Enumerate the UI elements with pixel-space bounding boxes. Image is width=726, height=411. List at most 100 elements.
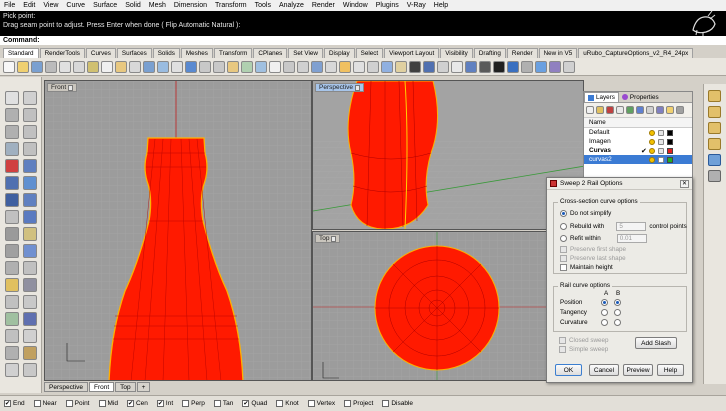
layer-row[interactable]: Imagen — [584, 137, 692, 146]
visibility-bulb-icon[interactable] — [649, 156, 655, 163]
left-tool-icon[interactable] — [23, 210, 37, 224]
layer-tool-icon[interactable] — [656, 106, 664, 114]
layer-tool-icon[interactable] — [596, 106, 604, 114]
toolbar-tool-icon[interactable] — [493, 60, 505, 73]
tab-set-view[interactable]: Set View — [288, 48, 323, 58]
tab-new-in-v5[interactable]: New in V5 — [538, 48, 578, 58]
menu-v-ray[interactable]: V-Ray — [407, 2, 426, 9]
left-tool-icon[interactable] — [5, 346, 19, 360]
lock-icon[interactable] — [658, 156, 664, 163]
viewport-front[interactable]: Front — [44, 80, 312, 381]
toolbar-tool-icon[interactable] — [31, 60, 43, 73]
add-slash-button[interactable]: Add Slash — [635, 337, 677, 349]
osnap-knot[interactable]: Knot — [276, 400, 299, 407]
left-tool-icon[interactable] — [5, 295, 19, 309]
osnap-checkbox[interactable] — [344, 400, 352, 407]
tab-visibility[interactable]: Visibility — [440, 48, 473, 58]
add-viewport-tab-button[interactable]: + — [136, 382, 151, 392]
left-tool-icon[interactable] — [5, 176, 19, 190]
left-tool-icon[interactable] — [5, 363, 19, 377]
toolbar-tool-icon[interactable] — [521, 60, 533, 73]
layer-row[interactable]: curvas2 — [584, 155, 692, 164]
radio-do-not-simplify[interactable] — [560, 210, 567, 217]
refit-tolerance-field[interactable]: 0.01 — [616, 234, 647, 243]
osnap-checkbox[interactable] — [182, 400, 190, 407]
left-tool-icon[interactable] — [5, 278, 19, 292]
toolbar-tool-icon[interactable] — [339, 60, 351, 73]
menu-plugins[interactable]: Plugins — [376, 2, 399, 9]
osnap-checkbox[interactable]: ✔ — [156, 400, 164, 407]
checkbox-closed-sweep[interactable] — [559, 337, 566, 344]
checkbox-simple-sweep[interactable] — [559, 346, 566, 353]
option-do-not-simplify[interactable]: Do not simplify — [560, 210, 611, 217]
cancel-button[interactable]: Cancel — [589, 364, 619, 376]
menu-tools[interactable]: Tools — [255, 2, 271, 9]
osnap-disable[interactable]: Disable — [382, 400, 413, 407]
tab-render[interactable]: Render — [506, 48, 538, 58]
tab-viewport-layout[interactable]: Viewport Layout — [384, 48, 440, 58]
left-tool-icon[interactable] — [23, 261, 37, 275]
osnap-cen[interactable]: ✔ Cen — [126, 400, 148, 407]
layer-row[interactable]: Default — [584, 128, 692, 137]
toolbar-tool-icon[interactable] — [227, 60, 239, 73]
viewport-tab-top[interactable]: Top — [115, 382, 136, 392]
osnap-checkbox[interactable] — [276, 400, 284, 407]
menu-curve[interactable]: Curve — [66, 2, 85, 9]
tab-solids[interactable]: Solids — [152, 48, 180, 58]
left-tool-icon[interactable] — [23, 278, 37, 292]
left-tool-icon[interactable] — [5, 312, 19, 326]
viewport-menu-arrow-icon[interactable] — [354, 84, 360, 91]
toolbar-icon[interactable] — [708, 106, 721, 118]
osnap-checkbox[interactable] — [33, 400, 41, 407]
layer-color-swatch[interactable] — [667, 129, 673, 136]
layer-tool-icon[interactable] — [616, 106, 624, 114]
tab-select[interactable]: Select — [355, 48, 384, 58]
osnap-near[interactable]: Near — [33, 400, 57, 407]
layer-tool-icon[interactable] — [626, 106, 634, 114]
checkbox-preserve-last[interactable] — [560, 255, 567, 262]
radio-rebuild-with[interactable] — [560, 223, 567, 230]
toolbar-tool-icon[interactable] — [409, 60, 421, 73]
left-tool-icon[interactable] — [5, 108, 19, 122]
viewport-top-label[interactable]: Top — [315, 234, 341, 243]
visibility-bulb-icon[interactable] — [649, 138, 655, 145]
layer-row[interactable]: Curvas ✔ — [584, 146, 692, 155]
left-tool-icon[interactable] — [23, 159, 37, 173]
tab-meshes[interactable]: Meshes — [180, 48, 213, 58]
toolbar-tool-icon[interactable] — [549, 60, 561, 73]
tab-curves[interactable]: Curves — [85, 48, 116, 58]
menu-help[interactable]: Help — [434, 2, 448, 9]
tab-standard[interactable]: Standard — [3, 48, 39, 58]
toolbar-tool-icon[interactable] — [241, 60, 253, 73]
viewport-top[interactable]: Top — [312, 231, 584, 381]
lock-icon[interactable] — [658, 138, 664, 145]
toolbar-tool-icon[interactable] — [353, 60, 365, 73]
tab-layers[interactable]: Layers — [584, 92, 619, 102]
toolbar-icon[interactable] — [708, 122, 721, 134]
osnap-checkbox[interactable]: ✔ — [4, 400, 11, 407]
toolbar-tool-icon[interactable] — [507, 60, 519, 73]
osnap-checkbox[interactable] — [65, 400, 73, 407]
toolbar-tool-icon[interactable] — [395, 60, 407, 73]
ok-button[interactable]: OK — [555, 364, 582, 376]
toolbar-tool-icon[interactable] — [213, 60, 225, 73]
osnap-checkbox[interactable] — [98, 400, 106, 407]
left-tool-icon[interactable] — [23, 91, 37, 105]
toolbar-tool-icon[interactable] — [3, 60, 15, 73]
checkbox-maintain-height[interactable] — [560, 264, 567, 271]
radio-tangency-a[interactable] — [601, 309, 608, 316]
option-preserve-last[interactable]: Preserve last shape — [560, 255, 626, 262]
tab-urubo-captureoptions-v2-r4-24px[interactable]: uRubo_CaptureOptions_v2_R4_24px — [578, 48, 694, 58]
option-simple-sweep[interactable]: Simple sweep — [559, 346, 608, 353]
osnap-tan[interactable]: Tan — [213, 400, 233, 407]
left-tool-icon[interactable] — [5, 159, 19, 173]
left-tool-icon[interactable] — [23, 193, 37, 207]
tab-display[interactable]: Display — [323, 48, 355, 58]
toolbar-tool-icon[interactable] — [73, 60, 85, 73]
toolbar-tool-icon[interactable] — [115, 60, 127, 73]
left-tool-icon[interactable] — [23, 142, 37, 156]
osnap-end[interactable]: ✔ End — [4, 400, 25, 407]
osnap-checkbox[interactable] — [382, 400, 390, 407]
menu-transform[interactable]: Transform — [215, 2, 247, 9]
left-tool-icon[interactable] — [23, 295, 37, 309]
